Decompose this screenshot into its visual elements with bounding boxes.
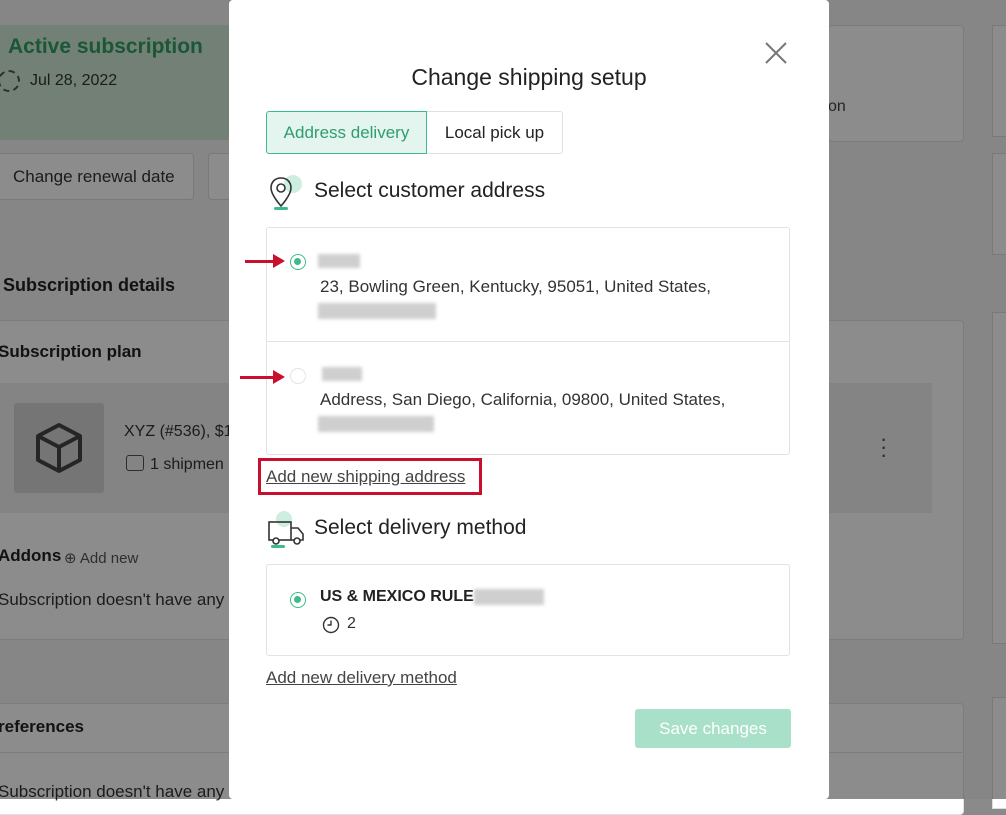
delivery-method-list xyxy=(266,564,790,656)
redacted-phone xyxy=(318,416,434,432)
redacted-name xyxy=(322,367,362,381)
location-pin-icon xyxy=(268,174,304,215)
select-delivery-title: Select delivery method xyxy=(314,516,527,539)
annotation-arrow xyxy=(245,254,285,268)
address-line-2: Address, San Diego, California, 09800, U… xyxy=(320,390,726,409)
redacted-phone xyxy=(318,303,436,319)
delivery-method-radio[interactable] xyxy=(290,592,306,608)
delivery-type-tabs: Address delivery Local pick up xyxy=(266,111,563,154)
clock-icon xyxy=(322,616,340,639)
save-changes-button[interactable]: Save changes xyxy=(635,709,791,748)
address-radio-2[interactable] xyxy=(290,368,306,384)
select-address-title: Select customer address xyxy=(314,179,546,202)
redacted-name xyxy=(318,254,360,268)
annotation-highlight xyxy=(258,458,482,495)
address-radio-1[interactable] xyxy=(290,254,306,270)
add-delivery-method-link[interactable]: Add new delivery method xyxy=(266,668,457,688)
divider xyxy=(266,341,790,342)
redacted-text xyxy=(474,589,544,605)
modal-title: Change shipping setup xyxy=(411,64,647,90)
annotation-arrow xyxy=(240,370,285,384)
tab-local-pickup[interactable]: Local pick up xyxy=(427,111,563,154)
tab-address-delivery[interactable]: Address delivery xyxy=(266,111,427,154)
address-line-1: 23, Bowling Green, Kentucky, 95051, Unit… xyxy=(320,277,711,296)
delivery-days: 2 xyxy=(347,615,356,632)
delivery-method-name: US & MEXICO RULE xyxy=(320,588,474,605)
delivery-truck-icon xyxy=(266,510,306,553)
